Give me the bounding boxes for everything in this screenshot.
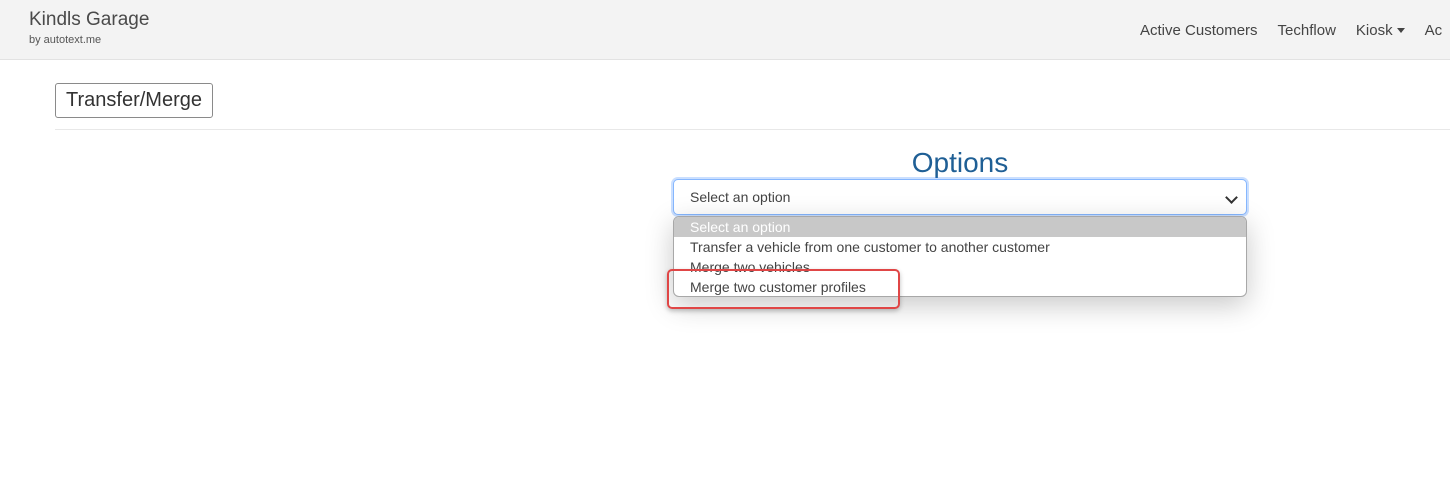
top-navbar: Kindls Garage by autotext.me Active Cust… <box>0 0 1450 60</box>
brand[interactable]: Kindls Garage by autotext.me <box>29 8 149 47</box>
dropdown-option-select-an-option[interactable]: Select an option <box>674 217 1246 237</box>
caret-down-icon <box>1396 27 1405 33</box>
options-select[interactable]: Select an option <box>673 179 1247 215</box>
chevron-down-icon <box>1225 191 1238 204</box>
dropdown-option-merge-customer-profiles[interactable]: Merge two customer profiles <box>674 277 1246 296</box>
page-title: Transfer/Merge <box>55 83 213 118</box>
nav-link-truncated[interactable]: Ac <box>1425 22 1443 39</box>
brand-subtitle: by autotext.me <box>29 34 102 46</box>
nav-links: Active Customers Techflow Kiosk Ac <box>1140 0 1450 60</box>
nav-link-techflow[interactable]: Techflow <box>1278 22 1336 39</box>
dropdown-option-merge-vehicles[interactable]: Merge two vehicles <box>674 257 1246 277</box>
options-heading: Options <box>911 147 1009 178</box>
dropdown-option-transfer-vehicle[interactable]: Transfer a vehicle from one customer to … <box>674 237 1246 257</box>
brand-title[interactable]: Kindls Garage <box>29 8 149 32</box>
nav-link-active-customers[interactable]: Active Customers <box>1140 22 1258 39</box>
options-dropdown-list: Select an option Transfer a vehicle from… <box>673 216 1247 297</box>
header-divider <box>55 129 1450 130</box>
options-select-value: Select an option <box>690 189 791 205</box>
nav-link-kiosk-label: Kiosk <box>1355 21 1393 39</box>
nav-link-kiosk[interactable]: Kiosk <box>1356 22 1405 39</box>
